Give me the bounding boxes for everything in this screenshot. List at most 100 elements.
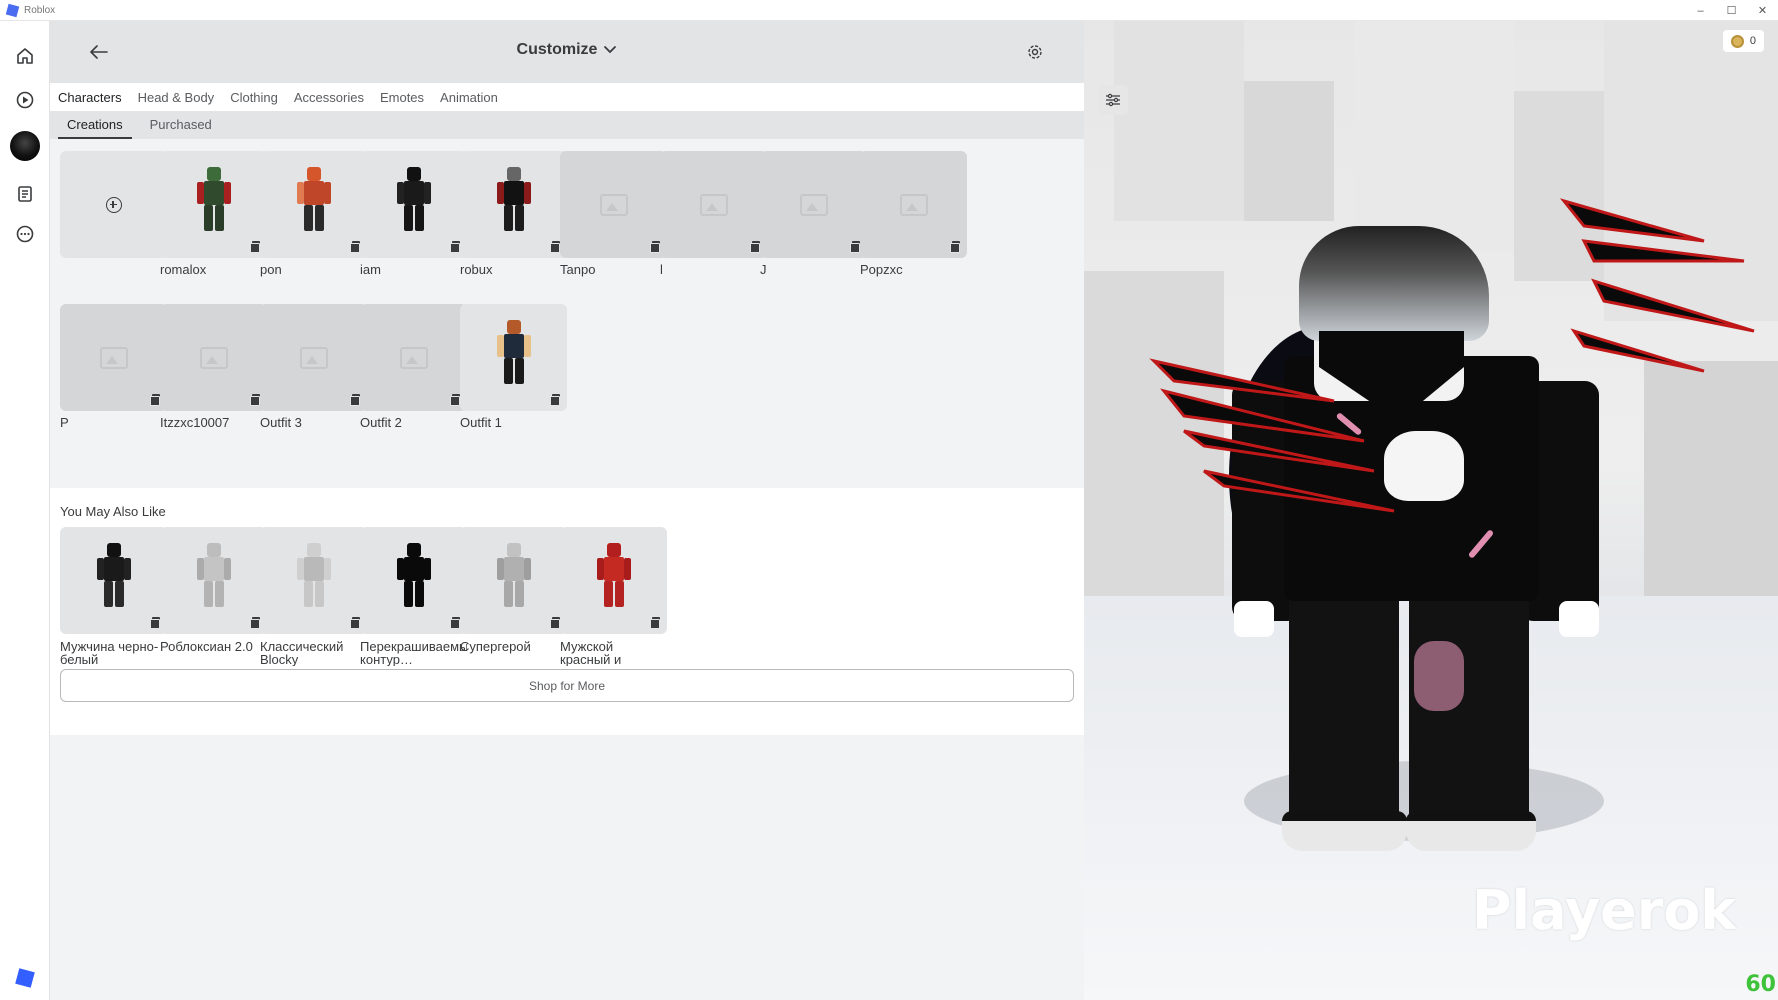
rec-item-card[interactable]: Мужской красный и 49 <box>560 527 667 686</box>
rec-item-card[interactable]: Классический Blocky 56 <box>260 527 367 686</box>
page-title-text: Customize <box>516 41 598 58</box>
nav-rail <box>0 21 50 1000</box>
rec-thumb <box>560 527 667 634</box>
avatar[interactable] <box>10 131 40 161</box>
plus-circle-icon <box>105 196 122 213</box>
avatar-figure <box>296 166 331 243</box>
subtab-creations[interactable]: Creations <box>58 111 132 139</box>
character-thumb <box>560 151 667 258</box>
character-card[interactable]: Popzxc <box>860 151 967 277</box>
home-icon[interactable] <box>12 43 38 69</box>
create-character-card[interactable] <box>60 151 167 258</box>
stack-icon <box>150 394 160 406</box>
character-card[interactable]: Outfit 3 <box>260 304 367 430</box>
shop-for-more-button[interactable]: Shop for More <box>60 669 1074 702</box>
character-name: robux <box>460 262 493 277</box>
character-thumb <box>360 151 467 258</box>
tab-characters[interactable]: Characters <box>58 90 122 105</box>
character-thumb <box>460 304 567 411</box>
avatar-figure <box>396 166 431 243</box>
rec-thumb <box>360 527 467 634</box>
character-name: Outfit 2 <box>360 415 402 430</box>
character-card[interactable]: Tanpo <box>560 151 667 277</box>
play-icon[interactable] <box>12 87 38 113</box>
character-card[interactable]: Outfit 2 <box>360 304 467 430</box>
robux-balance[interactable]: 0 <box>1722 30 1764 52</box>
tab-animation[interactable]: Animation <box>440 90 498 105</box>
rec-thumb <box>160 527 267 634</box>
stack-icon <box>850 241 860 253</box>
roblox-logo[interactable] <box>12 965 38 991</box>
rec-item-name: Супергерой <box>460 640 531 654</box>
character-thumb <box>160 151 267 258</box>
watermark: Playerok <box>1472 879 1737 942</box>
image-placeholder-icon <box>299 346 328 369</box>
character-name: iam <box>360 262 381 277</box>
panel-header: Customize <box>50 21 1084 83</box>
stack-icon <box>350 617 360 629</box>
close-button[interactable]: ✕ <box>1747 0 1778 21</box>
character-name: Outfit 3 <box>260 415 302 430</box>
stack-icon <box>450 241 460 253</box>
tab-head-body[interactable]: Head & Body <box>138 90 215 105</box>
character-card[interactable]: robux <box>460 151 567 277</box>
stack-icon <box>950 241 960 253</box>
stack-icon <box>150 617 160 629</box>
rec-item-card[interactable]: Роблоксиан 2.0 15 <box>160 527 267 686</box>
stack-icon <box>450 394 460 406</box>
page-title[interactable]: Customize <box>50 41 1084 59</box>
character-card[interactable]: iam <box>360 151 467 277</box>
character-name: Itzzxc10007 <box>160 415 230 430</box>
image-placeholder-icon <box>399 346 428 369</box>
window-controls: – ☐ ✕ <box>1685 0 1778 21</box>
rec-item-card[interactable]: Перекрашиваемый контур… 75 <box>360 527 467 686</box>
rec-thumb <box>460 527 567 634</box>
customize-panel: Customize Characters Head & Body Clothin… <box>50 21 1084 1000</box>
character-card[interactable]: Itzzxc10007 <box>160 304 267 430</box>
character-name: J <box>760 262 767 277</box>
tab-accessories[interactable]: Accessories <box>294 90 364 105</box>
avatar-figure <box>96 542 131 619</box>
recommendations-title: You May Also Like <box>60 504 166 519</box>
character-thumb <box>60 304 167 411</box>
character-card[interactable]: pon <box>260 151 367 277</box>
gear-icon[interactable] <box>1022 39 1048 65</box>
character-thumb <box>460 151 567 258</box>
avatar-figure <box>596 542 631 619</box>
character-name: Outfit 1 <box>460 415 502 430</box>
sub-tabs: Creations Purchased <box>50 111 1084 139</box>
character-card[interactable]: P <box>60 304 167 430</box>
sliders-icon[interactable] <box>1098 85 1128 115</box>
character-name: pon <box>260 262 282 277</box>
rec-item-name: Роблоксиан 2.0 <box>160 640 253 654</box>
character-card[interactable]: Outfit 1 <box>460 304 567 430</box>
stack-icon <box>350 394 360 406</box>
character-card[interactable]: l <box>660 151 767 277</box>
rec-item-card[interactable]: Супергерой 230 <box>460 527 567 686</box>
avatar-figure <box>296 542 331 619</box>
stack-icon <box>650 241 660 253</box>
image-placeholder-icon <box>199 346 228 369</box>
character-name: Popzxc <box>860 262 903 277</box>
image-placeholder-icon <box>799 193 828 216</box>
minimize-button[interactable]: – <box>1685 0 1716 21</box>
subtab-purchased[interactable]: Purchased <box>141 111 221 139</box>
image-placeholder-icon <box>99 346 128 369</box>
avatar-preview-scene[interactable]: 0 Playerok 60 <box>1084 21 1778 1000</box>
window-title: Roblox <box>24 4 56 16</box>
character-card[interactable]: J <box>760 151 867 277</box>
character-card[interactable]: romalox <box>160 151 267 277</box>
stack-icon <box>450 617 460 629</box>
character-thumb <box>860 151 967 258</box>
more-icon[interactable] <box>12 221 38 247</box>
character-thumb <box>660 151 767 258</box>
rec-item-card[interactable]: Мужчина черно-белый 49 <box>60 527 167 686</box>
tab-emotes[interactable]: Emotes <box>380 90 424 105</box>
tab-clothing[interactable]: Clothing <box>230 90 278 105</box>
create-thumb <box>60 151 167 258</box>
maximize-button[interactable]: ☐ <box>1716 0 1747 21</box>
stack-icon <box>250 241 260 253</box>
list-icon[interactable] <box>12 181 38 207</box>
recommendations-section: You May Also Like Мужчина черно-белый 49 <box>50 488 1084 735</box>
avatar-figure <box>496 319 531 396</box>
